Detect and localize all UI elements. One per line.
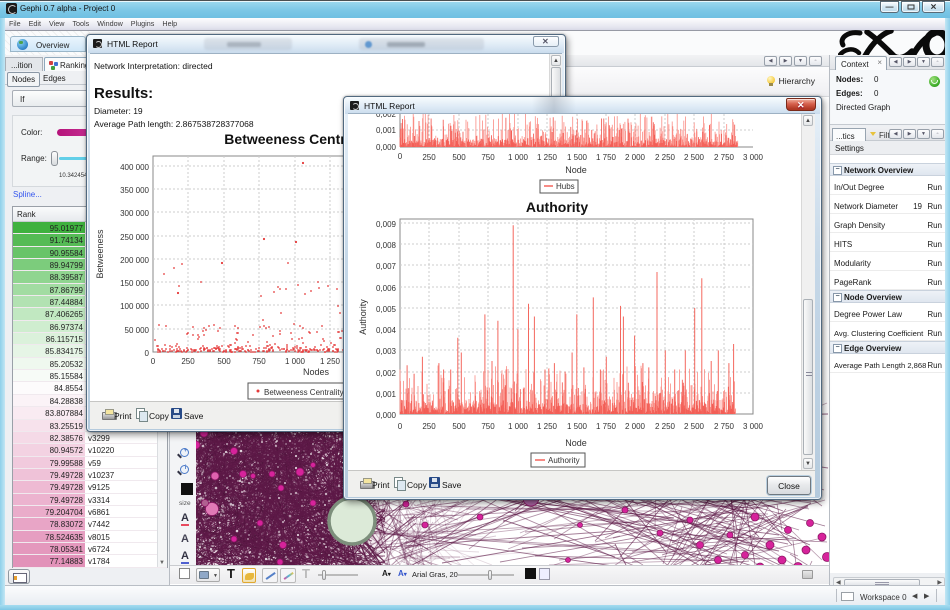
svg-text:200 000: 200 000 [120,256,149,265]
svg-text:Node: Node [565,165,587,175]
svg-text:2 500: 2 500 [684,422,705,431]
svg-text:Betweeness: Betweeness [95,229,105,279]
svg-text:0,001: 0,001 [376,390,397,399]
svg-text:2 250: 2 250 [655,153,676,162]
svg-text:0,000: 0,000 [376,143,397,152]
svg-text:Diameter: 19: Diameter: 19 [94,106,143,116]
svg-text:0,003: 0,003 [376,347,397,356]
svg-text:0: 0 [398,152,403,161]
svg-text:500: 500 [217,357,231,366]
svg-text:750: 750 [252,357,266,366]
svg-text:0,007: 0,007 [376,262,397,271]
svg-text:250: 250 [181,357,195,366]
svg-text:Network Interpretation: direct: Network Interpretation: directed [94,61,213,71]
svg-text:2 750: 2 750 [714,153,735,162]
svg-text:0,005: 0,005 [376,305,397,314]
svg-text:Nodes: Nodes [303,367,330,377]
svg-text:Node: Node [565,438,587,448]
svg-text:0,002: 0,002 [376,114,397,119]
svg-text:250: 250 [422,422,436,431]
svg-text:300 000: 300 000 [120,209,149,218]
svg-text:500: 500 [452,153,466,162]
svg-text:1 250: 1 250 [537,153,558,162]
svg-text:0,008: 0,008 [376,241,397,250]
svg-text:3 000: 3 000 [743,153,764,162]
svg-text:1 250: 1 250 [537,422,558,431]
svg-text:1 000: 1 000 [508,422,529,431]
svg-text:0,001: 0,001 [376,126,397,135]
svg-text:2 000: 2 000 [625,422,646,431]
svg-text:Authority: Authority [358,299,368,335]
svg-text:1 500: 1 500 [567,153,588,162]
svg-text:0,002: 0,002 [376,369,397,378]
svg-text:100 000: 100 000 [120,302,149,311]
svg-text:2 500: 2 500 [684,153,705,162]
svg-text:0,004: 0,004 [376,326,397,335]
svg-text:1 250: 1 250 [320,357,341,366]
svg-text:1 000: 1 000 [285,357,306,366]
svg-text:400 000: 400 000 [120,163,149,172]
svg-text:Hubs: Hubs [556,182,575,191]
svg-text:500: 500 [452,422,466,431]
svg-text:250 000: 250 000 [120,233,149,242]
svg-text:Authority: Authority [548,456,580,465]
svg-text:750: 750 [481,153,495,162]
svg-text:250: 250 [422,153,436,162]
svg-text:1 750: 1 750 [596,422,617,431]
svg-text:750: 750 [481,422,495,431]
svg-text:0,006: 0,006 [376,284,397,293]
svg-text:Authority: Authority [526,199,588,215]
svg-text:0: 0 [145,349,150,358]
svg-text:2 000: 2 000 [625,153,646,162]
svg-text:350 000: 350 000 [120,186,149,195]
svg-text:3 000: 3 000 [743,422,764,431]
svg-text:2 750: 2 750 [714,422,735,431]
svg-text:1 750: 1 750 [596,153,617,162]
svg-text:150 000: 150 000 [120,279,149,288]
svg-text:1 000: 1 000 [508,153,529,162]
svg-text:0,009: 0,009 [376,220,397,229]
svg-text:50 000: 50 000 [125,326,150,335]
svg-text:0: 0 [398,422,403,431]
svg-text:1 500: 1 500 [567,422,588,431]
svg-text:Results:: Results: [94,85,153,102]
svg-text:Average Path length: 2.8675387: Average Path length: 2.867538728377068 [94,119,254,129]
svg-text:0: 0 [151,357,156,366]
svg-text:Betweeness Centrality: Betweeness Centrality [264,388,344,397]
svg-text:2 250: 2 250 [655,422,676,431]
svg-text:0,000: 0,000 [376,411,397,420]
